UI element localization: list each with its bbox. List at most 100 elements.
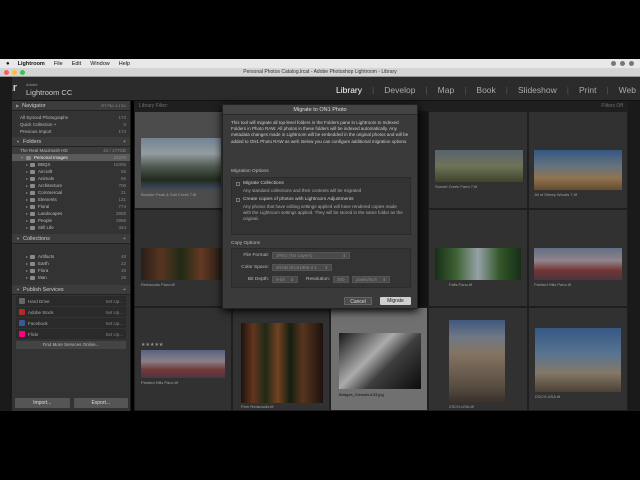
bit-depth-select[interactable]: 8-bit ⇕	[272, 276, 298, 283]
disclosure-icon[interactable]: ▸	[26, 225, 28, 230]
checkbox-icon[interactable]	[236, 197, 240, 202]
collection-item[interactable]: ▸ Man 28	[12, 274, 130, 281]
collections-title: Collections	[22, 235, 50, 242]
menu-edit[interactable]: Edit	[72, 61, 81, 67]
disclosure-icon[interactable]: ▸	[26, 261, 28, 266]
folder-item[interactable]: ▸ Elements 131	[12, 196, 130, 203]
navigator-header[interactable]: ▶ Navigator FIT FILL 1:1 3:1	[12, 101, 130, 111]
disclosure-icon[interactable]: ▸	[26, 197, 28, 202]
folder-item[interactable]: ▸ Aircraft 58	[12, 168, 130, 175]
folder-item[interactable]: ▸ Floral 774	[12, 203, 130, 210]
publish-flickr[interactable]: Flickr Set Up...	[16, 329, 126, 339]
folder-root[interactable]: ▼ Personal Images 24229	[12, 154, 130, 161]
folder-icon	[30, 225, 36, 230]
module-develop[interactable]: Develop	[384, 85, 415, 95]
disclosure-icon[interactable]: ▸	[26, 169, 28, 174]
dialog-intro: This tool will migrate all top-level fol…	[231, 120, 409, 144]
folder-icon	[30, 169, 36, 174]
publish-hard-drive[interactable]: Hard Drive Set Up...	[16, 296, 126, 306]
module-map[interactable]: Map	[438, 85, 455, 95]
disclosure-icon[interactable]: ▸	[26, 183, 28, 188]
publish-adobe-stock[interactable]: Adobe Stock Set Up...	[16, 307, 126, 317]
resolution-input[interactable]: 300	[333, 276, 349, 283]
folder-label: Commercial	[38, 190, 63, 195]
collapse-triangle-icon[interactable]: ▼	[16, 139, 20, 144]
file-format-select[interactable]: JPEG (No Layers) ⇕	[272, 252, 350, 259]
folder-item[interactable]: ▸ People 2988	[12, 217, 130, 224]
zoom-window-icon[interactable]	[20, 70, 25, 75]
import-button[interactable]: Import...	[15, 398, 70, 408]
catalog-item-label: Previous Import	[20, 129, 52, 134]
module-book[interactable]: Book	[476, 85, 495, 95]
disclosure-icon[interactable]: ▸	[26, 204, 28, 209]
disclosure-icon[interactable]: ▸	[26, 268, 28, 273]
module-print[interactable]: Print	[579, 85, 596, 95]
menu-help[interactable]: Help	[119, 61, 130, 67]
publish-facebook[interactable]: Facebook Set Up...	[16, 318, 126, 328]
minimize-window-icon[interactable]	[12, 70, 17, 75]
catalog-item[interactable]: Previous Import 174	[12, 128, 130, 135]
disclosure-icon[interactable]: ▼	[20, 155, 24, 160]
folder-item[interactable]: ▸ Architecture 706	[12, 182, 130, 189]
add-collection-icon[interactable]: +	[123, 236, 126, 242]
module-slideshow[interactable]: Slideshow	[518, 85, 557, 95]
module-library[interactable]: Library	[336, 85, 362, 95]
disclosure-icon[interactable]: ▸	[26, 176, 28, 181]
disclosure-icon[interactable]: ▸	[26, 218, 28, 223]
module-separator: |	[606, 85, 609, 95]
collection-item[interactable]: ▸ Earth 22	[12, 260, 130, 267]
catalog-item[interactable]: Quick Collection + 0	[12, 121, 130, 128]
navigator-title: Navigator	[22, 102, 46, 109]
cancel-button[interactable]: Cancel	[344, 297, 372, 305]
hard-drive-icon	[19, 298, 25, 304]
service-setup[interactable]: Set Up...	[105, 299, 123, 304]
resolution-unit-value: pixels/inch	[356, 276, 378, 282]
folder-icon	[30, 190, 36, 195]
add-publish-service-icon[interactable]: +	[123, 287, 126, 293]
collection-item[interactable]: ▸ Artifacts 48	[12, 253, 130, 260]
folder-item[interactable]: ▸ Commercial 21	[12, 189, 130, 196]
collection-item[interactable]: ▸ Flora 18	[12, 267, 130, 274]
module-web[interactable]: Web	[619, 85, 636, 95]
service-setup[interactable]: Set Up...	[105, 332, 123, 337]
drive-row[interactable]: The Real Macintosh HD 42 / 177GB	[12, 147, 130, 154]
menu-file[interactable]: File	[54, 61, 63, 67]
status-icon	[611, 61, 616, 66]
folder-item[interactable]: ▸ BBQX 15306	[12, 161, 130, 168]
service-setup[interactable]: Set Up...	[105, 310, 123, 315]
folder-item[interactable]: ▸ Still Life 344	[12, 224, 130, 231]
apple-icon[interactable]: ●	[6, 61, 10, 67]
migrate-button[interactable]: Migrate	[380, 297, 411, 305]
disclosure-icon[interactable]: ▸	[26, 211, 28, 216]
disclosure-icon[interactable]: ▸	[26, 162, 28, 167]
collapse-triangle-icon[interactable]: ▼	[16, 287, 20, 292]
collections-header[interactable]: ▼ Collections +	[12, 234, 130, 244]
navigator-zoom-controls[interactable]: FIT FILL 1:1 3:1	[101, 104, 126, 108]
disclosure-icon[interactable]: ▸	[26, 254, 28, 259]
folder-item[interactable]: ▸ Animals 66	[12, 175, 130, 182]
menu-window[interactable]: Window	[90, 61, 110, 67]
find-more-services-button[interactable]: Find More Services Online...	[16, 341, 126, 349]
collapse-triangle-icon[interactable]: ▶	[16, 103, 19, 108]
checkbox-icon[interactable]	[236, 181, 240, 186]
publish-services-header[interactable]: ▼ Publish Services +	[12, 285, 130, 295]
folders-header[interactable]: ▼ Folders +	[12, 137, 130, 147]
color-space-select[interactable]: sRGB IEC61966-2.1 ⇕	[272, 264, 332, 271]
menu-app-lightroom[interactable]: Lightroom	[18, 61, 45, 67]
collapse-triangle-icon[interactable]: ▼	[16, 236, 20, 241]
disclosure-icon[interactable]: ▸	[26, 190, 28, 195]
disclosure-icon[interactable]: ▸	[26, 275, 28, 280]
catalog-item[interactable]: All Synced Photographs 173	[12, 114, 130, 121]
migrate-collections-checkbox[interactable]: Migrate Collections	[236, 181, 406, 186]
folder-label: Animals	[38, 176, 55, 181]
add-folder-icon[interactable]: +	[123, 139, 126, 145]
create-copies-checkbox[interactable]: Create copies of photos with Lightroom A…	[236, 197, 406, 202]
facebook-icon	[19, 320, 25, 326]
folder-label: Still Life	[38, 225, 54, 230]
collection-label: Earth	[38, 261, 49, 266]
resolution-unit-select[interactable]: pixels/inch ⇕	[352, 276, 390, 283]
export-button[interactable]: Export...	[73, 398, 128, 408]
service-setup[interactable]: Set Up...	[105, 321, 123, 326]
folder-item[interactable]: ▸ Landscapes 3808	[12, 210, 130, 217]
close-window-icon[interactable]	[4, 70, 9, 75]
